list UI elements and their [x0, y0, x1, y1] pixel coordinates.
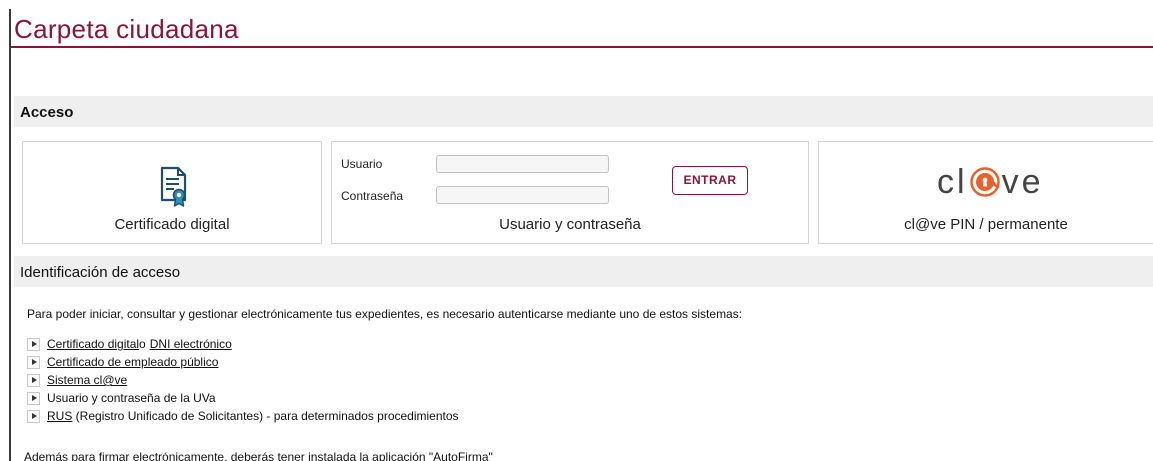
entrar-button[interactable]: ENTRAR	[672, 166, 748, 195]
acceso-heading: Acceso	[20, 104, 74, 121]
intro-text: Para poder iniciar, consultar y gestiona…	[27, 307, 743, 321]
contrasena-input[interactable]	[436, 186, 609, 204]
option-separator: o	[139, 337, 146, 351]
acceso-section-header: Acceso	[14, 96, 1153, 127]
sistema-clave-link[interactable]: Sistema cl@ve	[47, 373, 127, 387]
left-border	[9, 9, 11, 461]
list-item: Certificado digital o DNI electrónico	[27, 335, 459, 353]
list-item: Certificado de empleado público	[27, 353, 459, 371]
autofirma-note: Además para firmar electrónicamente, deb…	[24, 450, 493, 461]
certificado-caption: Certificado digital	[114, 216, 230, 233]
rus-description: (Registro Unificado de Solicitantes) - p…	[72, 409, 459, 423]
usuario-label: Usuario	[341, 157, 383, 171]
certificado-empleado-link[interactable]: Certificado de empleado público	[47, 355, 218, 369]
arrow-right-icon	[27, 373, 40, 387]
arrow-right-icon	[27, 355, 40, 369]
clave-at-icon	[969, 167, 1000, 197]
clave-caption: cl@ve PIN / permanente	[904, 216, 1068, 233]
clave-logo-left: cl	[937, 162, 968, 201]
arrow-right-icon	[27, 337, 40, 351]
usuario-input[interactable]	[436, 155, 609, 173]
usuario-caption: Usuario y contraseña	[499, 216, 641, 233]
page-title: Carpeta ciudadana	[14, 14, 239, 44]
clave-logo: cl ve	[937, 162, 1043, 202]
clave-logo-right: ve	[1001, 162, 1044, 201]
identificacion-heading: Identificación de acceso	[20, 264, 181, 281]
identificacion-section-header: Identificación de acceso	[14, 256, 1153, 287]
list-item: Usuario y contraseña de la UVa	[27, 389, 459, 407]
contrasena-label: Contraseña	[341, 189, 404, 203]
list-item: RUS (Registro Unificado de Solicitantes)…	[27, 407, 459, 425]
dni-electronico-link[interactable]: DNI electrónico	[150, 337, 232, 351]
arrow-right-icon	[27, 391, 40, 405]
clave-option[interactable]: cl ve cl@ve PIN / permanente	[818, 141, 1153, 244]
usuario-contrasena-panel: Usuario Contraseña ENTRAR Usuario y cont…	[331, 141, 809, 244]
title-divider	[11, 46, 1153, 48]
rus-link[interactable]: RUS	[47, 409, 72, 423]
list-item: Sistema cl@ve	[27, 371, 459, 389]
arrow-right-icon	[27, 409, 40, 423]
certificado-digital-link[interactable]: Certificado digital	[47, 337, 139, 351]
auth-options-list: Certificado digital o DNI electrónico Ce…	[27, 335, 459, 425]
certificate-icon	[160, 166, 187, 207]
certificado-digital-option[interactable]: Certificado digital	[22, 141, 322, 244]
uva-option-text: Usuario y contraseña de la UVa	[47, 391, 216, 405]
